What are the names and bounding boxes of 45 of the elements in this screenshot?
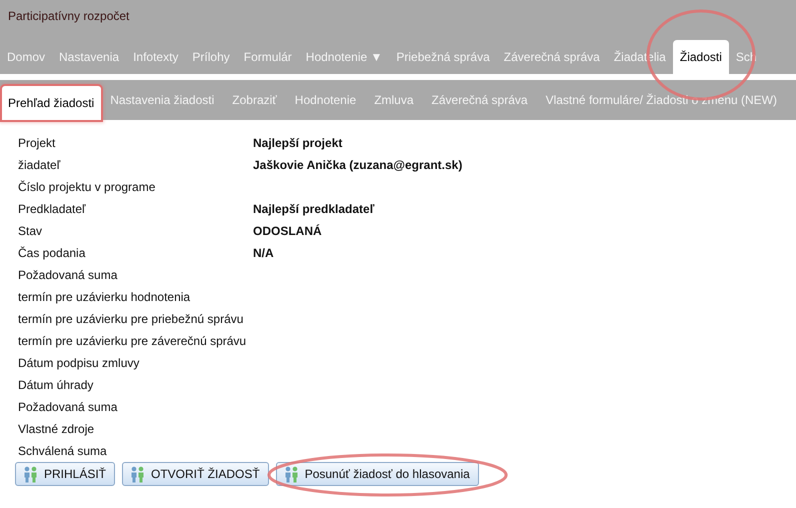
field-label: termín pre uzávierku pre záverečnú správu <box>18 333 248 350</box>
action-button[interactable]: Posunúť žiadosť do hlasovania <box>276 462 479 486</box>
field-value: Jaškovie Anička (zuzana@egrant.sk) <box>253 157 464 174</box>
field-label: Stav <box>18 223 44 240</box>
field-label: Projekt <box>18 135 56 152</box>
sub-nav-tab[interactable]: Záverečná správa <box>422 80 537 120</box>
app-title: Participatívny rozpočet <box>7 8 130 25</box>
field-label: Požadovaná suma <box>18 399 118 416</box>
nav-tab[interactable]: Domov <box>0 40 52 74</box>
people-icon <box>22 466 39 482</box>
field-label: termín pre uzávierku hodnotenia <box>18 289 192 306</box>
sub-nav-tab[interactable]: Vlastné formuláre/ Žiadosti o zmenu (NEW) <box>536 80 786 120</box>
field-label: Číslo projektu v programe <box>18 179 156 196</box>
nav-tab[interactable]: Priebežná správa <box>389 40 497 74</box>
people-icon <box>129 466 146 482</box>
nav-tab[interactable]: Sch <box>728 40 764 74</box>
action-button[interactable]: PRIHLÁSIŤ <box>15 462 116 486</box>
nav-tab[interactable]: Žiadatelia <box>606 40 673 74</box>
nav-tab[interactable]: Nastavenia <box>52 40 126 74</box>
field-label: žiadateľ <box>18 157 62 174</box>
nav-tab[interactable]: Infotexty <box>126 40 186 74</box>
sub-nav-tab[interactable]: Zobraziť <box>223 80 286 120</box>
field-label: Čas podania <box>18 245 86 262</box>
people-icon <box>282 466 300 482</box>
field-label: termín pre uzávierku pre priebežnú správu <box>18 311 244 328</box>
nav-tab[interactable]: Žiadosti <box>672 40 729 74</box>
nav-tab[interactable]: Formulár <box>236 40 299 74</box>
nav-tab[interactable]: Záverečná správa <box>496 40 607 74</box>
sub-nav-tab[interactable]: Hodnotenie <box>286 80 366 120</box>
field-label: Dátum podpisu zmluvy <box>18 355 140 372</box>
field-value: ODOSLANÁ <box>253 223 323 240</box>
action-button[interactable]: OTVORIŤ ŽIADOSŤ <box>122 462 269 486</box>
sub-nav-tab[interactable]: Nastavenia žiadosti <box>101 80 224 120</box>
field-value: Najlepší projekt <box>253 135 344 152</box>
field-value: Najlepší predkladateľ <box>253 201 376 218</box>
nav-tab[interactable]: Prílohy <box>185 40 237 74</box>
field-value: N/A <box>253 245 275 262</box>
field-label: Vlastné zdroje <box>18 421 96 438</box>
field-label: Schválená suma <box>18 443 108 460</box>
field-label: Dátum úhrady <box>18 377 94 394</box>
sub-nav-tab[interactable]: Prehľad žiadosti <box>2 86 102 120</box>
sub-nav-tab[interactable]: Zmluva <box>365 80 423 120</box>
field-label: Predkladateľ <box>18 201 87 218</box>
field-label: Požadovaná suma <box>18 267 118 284</box>
nav-tab[interactable]: Hodnotenie ▼ <box>298 40 390 74</box>
